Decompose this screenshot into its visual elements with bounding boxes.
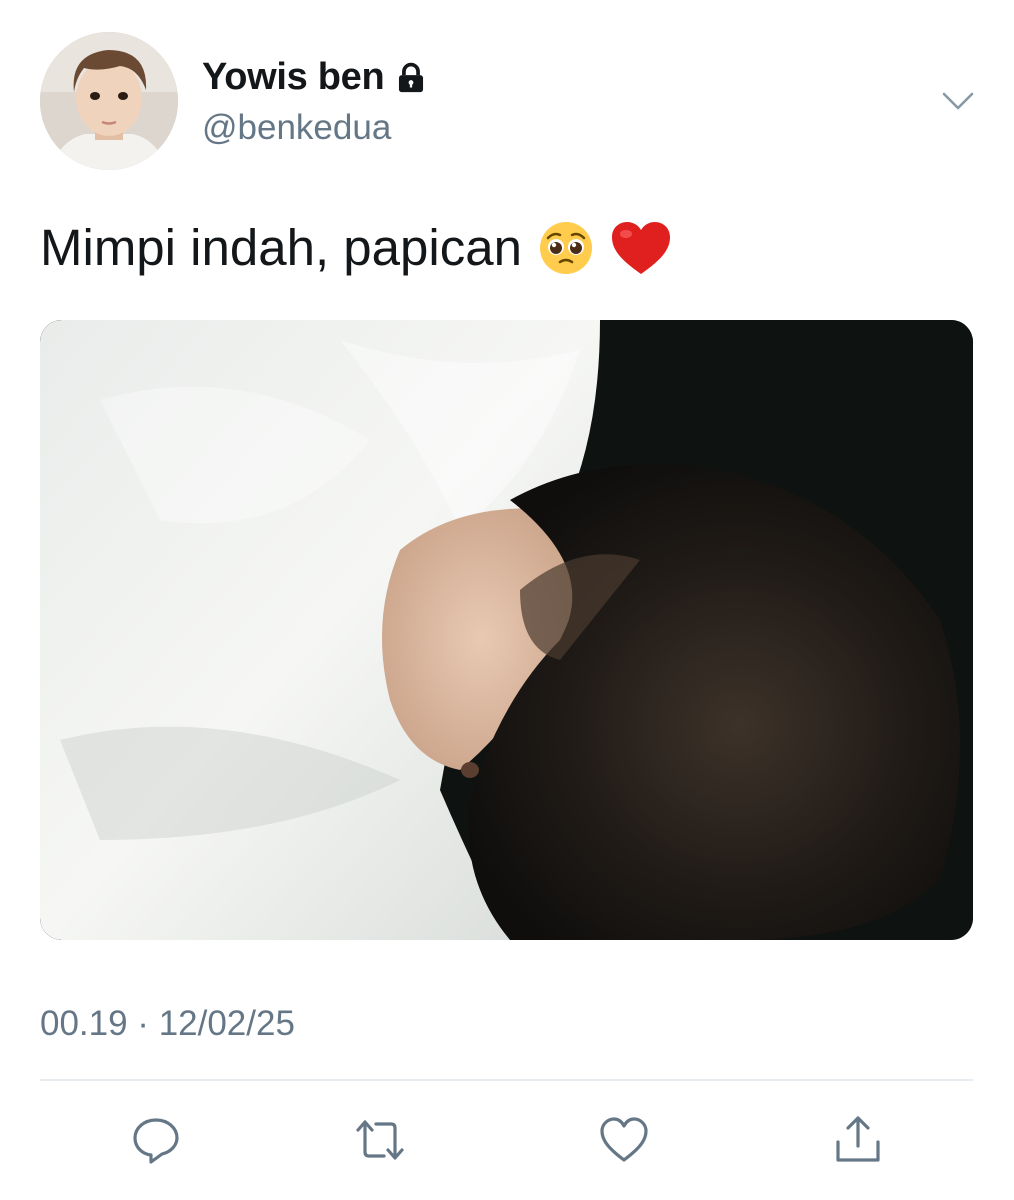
red-heart-emoji — [610, 220, 672, 276]
share-button[interactable] — [830, 1112, 886, 1168]
tweet-text-content: Mimpi indah, papican — [40, 219, 522, 276]
divider — [40, 1079, 973, 1081]
photo-image — [40, 320, 973, 940]
tweet-text: Mimpi indah, papican — [40, 218, 672, 277]
user-name-row[interactable]: Yowis ben — [202, 56, 428, 99]
retweet-icon — [356, 1120, 404, 1160]
retweet-button[interactable] — [352, 1112, 408, 1168]
tweet-photo[interactable] — [40, 320, 973, 940]
avatar[interactable] — [40, 32, 178, 170]
avatar-image — [40, 32, 178, 170]
pleading-face-emoji — [538, 220, 594, 276]
like-button[interactable] — [596, 1112, 652, 1168]
user-handle[interactable]: @benkedua — [202, 108, 391, 148]
tweet-timestamp[interactable]: 00.19 · 12/02/25 — [40, 1004, 295, 1044]
tweet-card: Yowis ben @benkedua Mimpi indah, papican — [0, 0, 1014, 1200]
share-icon — [836, 1116, 880, 1162]
reply-button[interactable] — [128, 1112, 184, 1168]
chevron-down-icon[interactable] — [940, 86, 976, 116]
reply-icon — [133, 1118, 179, 1164]
display-name[interactable]: Yowis ben — [202, 56, 385, 99]
heart-icon — [600, 1117, 648, 1162]
lock-icon — [399, 62, 424, 92]
